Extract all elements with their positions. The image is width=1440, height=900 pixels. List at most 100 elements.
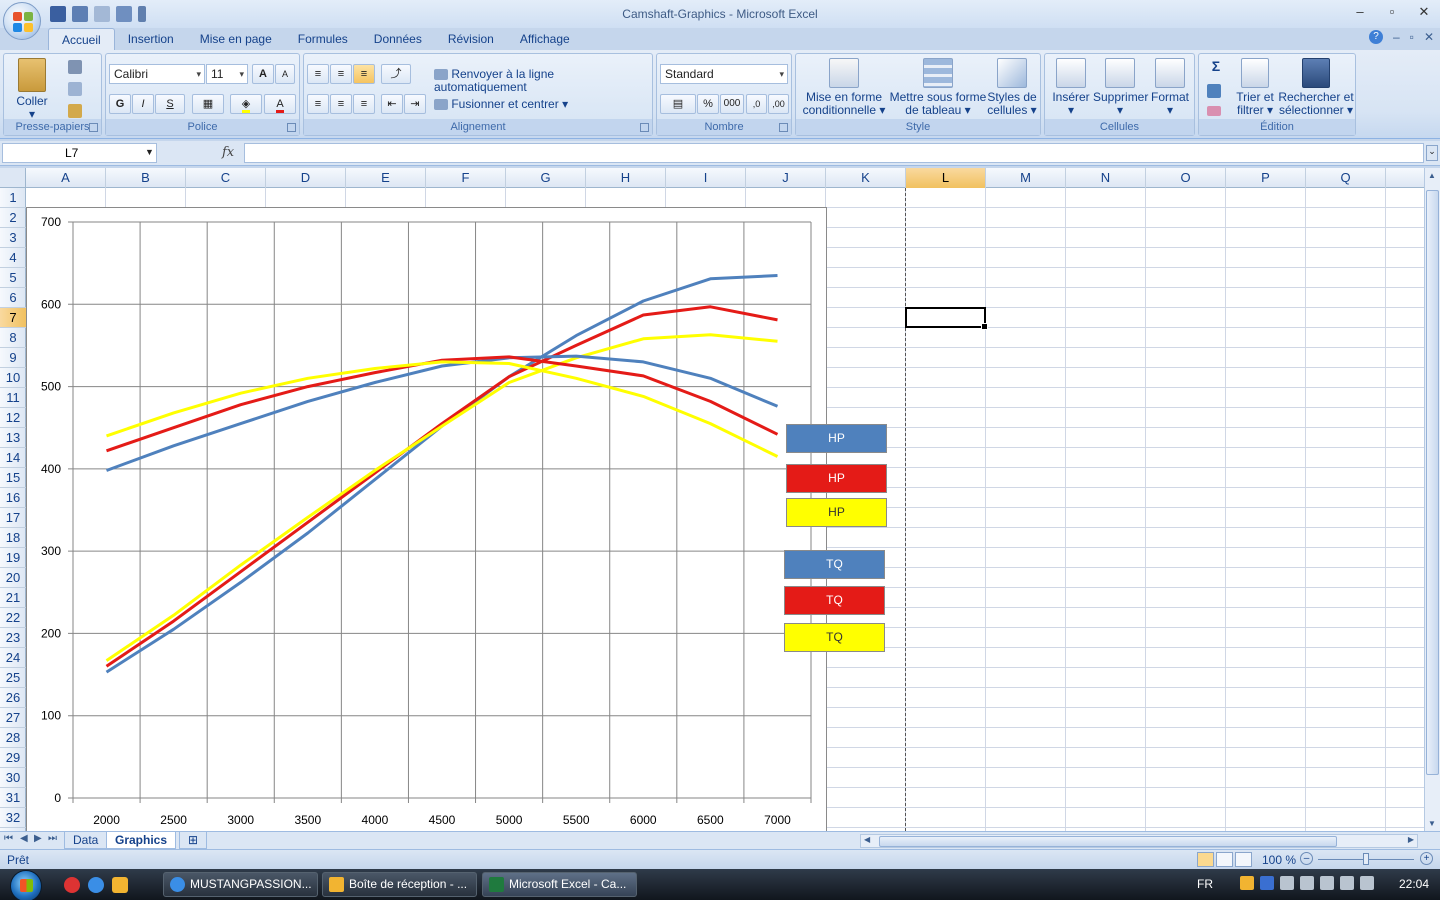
tab-insertion[interactable]: Insertion — [115, 28, 187, 50]
align-right-button[interactable]: ≡ — [353, 94, 375, 114]
sort-filter-button[interactable]: Trier et filtrer ▾ — [1233, 58, 1277, 117]
row-header[interactable]: 16 — [0, 488, 26, 508]
row-header[interactable]: 29 — [0, 748, 26, 768]
align-middle-button[interactable]: ≡ — [330, 64, 352, 84]
column-header[interactable]: M — [986, 168, 1066, 188]
row-header[interactable]: 2 — [0, 208, 26, 228]
row-header[interactable]: 13 — [0, 428, 26, 448]
font-size-combo[interactable]: 11 — [206, 64, 248, 84]
taskbar-item-excel[interactable]: Microsoft Excel - Ca... — [482, 872, 637, 897]
fill-icon[interactable] — [1207, 84, 1221, 98]
clock[interactable]: 22:04 — [1399, 877, 1429, 891]
zoom-slider[interactable]: – + — [1300, 852, 1435, 867]
volume-icon[interactable] — [1360, 876, 1374, 890]
row-header[interactable]: 22 — [0, 608, 26, 628]
page-layout-view-icon[interactable] — [1216, 852, 1233, 867]
tab-accueil[interactable]: Accueil — [48, 28, 115, 50]
row-header[interactable]: 14 — [0, 448, 26, 468]
start-button[interactable] — [10, 870, 42, 900]
column-header[interactable]: P — [1226, 168, 1306, 188]
horizontal-scroll-thumb[interactable] — [879, 836, 1337, 847]
minimize-button[interactable]: – — [1348, 3, 1372, 21]
row-header[interactable]: 18 — [0, 528, 26, 548]
row-header[interactable]: 32 — [0, 808, 26, 828]
zoom-level[interactable]: 100 % — [1262, 853, 1296, 867]
clear-icon[interactable] — [1207, 106, 1221, 116]
workbook-close-button[interactable]: ✕ — [1424, 30, 1434, 44]
row-header[interactable]: 10 — [0, 368, 26, 388]
taskbar-item-mail[interactable]: Boîte de réception - ... — [322, 872, 477, 897]
row-header[interactable]: 20 — [0, 568, 26, 588]
fill-color-button[interactable]: ◈ — [230, 94, 262, 114]
font-name-combo[interactable]: Calibri — [109, 64, 205, 84]
column-header[interactable]: O — [1146, 168, 1226, 188]
first-sheet-icon[interactable]: ⏮ — [4, 833, 13, 844]
sheet-tab-data[interactable]: Data — [64, 832, 108, 849]
font-launcher-icon[interactable] — [287, 123, 296, 132]
tab-mise-en-page[interactable]: Mise en page — [187, 28, 285, 50]
formula-input[interactable] — [244, 143, 1424, 163]
mail-quicklaunch-icon[interactable] — [112, 877, 128, 893]
browser-quicklaunch-icon[interactable] — [64, 877, 80, 893]
row-header[interactable]: 23 — [0, 628, 26, 648]
tab-donnees[interactable]: Données — [361, 28, 435, 50]
tab-affichage[interactable]: Affichage — [507, 28, 583, 50]
column-header[interactable]: Q — [1306, 168, 1386, 188]
insert-cells-button[interactable]: Insérer ▾ — [1047, 58, 1095, 117]
accounting-format-button[interactable]: ▤ — [660, 94, 696, 114]
zoom-out-icon[interactable]: – — [1300, 852, 1313, 865]
find-select-button[interactable]: Rechercher et sélectionner ▾ — [1277, 58, 1355, 117]
align-top-button[interactable]: ≡ — [307, 64, 329, 84]
merge-center-button[interactable]: Fusionner et centrer ▾ — [434, 98, 649, 111]
tray-battery-icon[interactable] — [1320, 876, 1334, 890]
row-header[interactable]: 17 — [0, 508, 26, 528]
font-color-button[interactable]: A — [264, 94, 296, 114]
horizontal-scrollbar[interactable]: ◀ ▶ — [860, 834, 1418, 848]
worksheet-grid[interactable]: ABCDEFGHIJKLMNOPQ 1 2 3 4 5 6 7 8 9 10 11 12 13 14 15 1… — [0, 168, 1424, 831]
autosum-button[interactable]: Σ — [1205, 59, 1227, 73]
paste-button[interactable]: Coller ▾ — [12, 58, 52, 121]
row-header[interactable]: 30 — [0, 768, 26, 788]
row-header[interactable]: 21 — [0, 588, 26, 608]
insert-sheet-button[interactable]: ⊞ — [179, 832, 207, 849]
close-button[interactable]: ✕ — [1412, 3, 1436, 21]
column-header[interactable]: A — [26, 168, 106, 188]
row-header[interactable]: 27 — [0, 708, 26, 728]
expand-formula-bar-icon[interactable]: ⌄ — [1426, 145, 1438, 161]
tray-usb-icon[interactable] — [1340, 876, 1354, 890]
align-left-button[interactable]: ≡ — [307, 94, 329, 114]
bold-button[interactable]: G — [109, 94, 131, 114]
italic-button[interactable]: I — [132, 94, 154, 114]
tray-mail-icon[interactable] — [1240, 876, 1254, 890]
tab-formules[interactable]: Formules — [285, 28, 361, 50]
number-launcher-icon[interactable] — [779, 123, 788, 132]
format-painter-icon[interactable] — [68, 104, 82, 118]
zoom-thumb[interactable] — [1363, 853, 1369, 865]
percent-button[interactable]: % — [697, 94, 719, 114]
select-all-corner[interactable] — [0, 168, 26, 188]
conditional-formatting-button[interactable]: Mise en forme conditionnelle ▾ — [800, 58, 888, 117]
zoom-in-icon[interactable]: + — [1420, 852, 1433, 865]
format-cells-button[interactable]: Format ▾ — [1147, 58, 1193, 117]
tab-revision[interactable]: Révision — [435, 28, 507, 50]
vertical-scroll-thumb[interactable] — [1426, 190, 1439, 775]
thousands-separator-button[interactable]: 000 — [720, 94, 744, 114]
delete-cells-button[interactable]: Supprimer ▾ — [1093, 58, 1148, 117]
format-as-table-button[interactable]: Mettre sous forme de tableau ▾ — [888, 58, 988, 117]
column-header[interactable]: J — [746, 168, 826, 188]
column-header[interactable]: E — [346, 168, 426, 188]
tray-device-icon[interactable] — [1280, 876, 1294, 890]
align-center-button[interactable]: ≡ — [330, 94, 352, 114]
column-header[interactable]: C — [186, 168, 266, 188]
row-header[interactable]: 12 — [0, 408, 26, 428]
workbook-minimize-button[interactable]: – — [1393, 30, 1400, 44]
row-header[interactable]: 6 — [0, 288, 26, 308]
column-header[interactable]: D — [266, 168, 346, 188]
row-header[interactable]: 5 — [0, 268, 26, 288]
cell-styles-button[interactable]: Styles de cellules ▾ — [986, 58, 1038, 117]
underline-button[interactable]: S — [155, 94, 185, 114]
help-icon[interactable]: ? — [1368, 30, 1383, 44]
row-header[interactable]: 26 — [0, 688, 26, 708]
number-format-combo[interactable]: Standard — [660, 64, 788, 84]
increase-decimal-button[interactable]: ,0 — [746, 94, 767, 114]
